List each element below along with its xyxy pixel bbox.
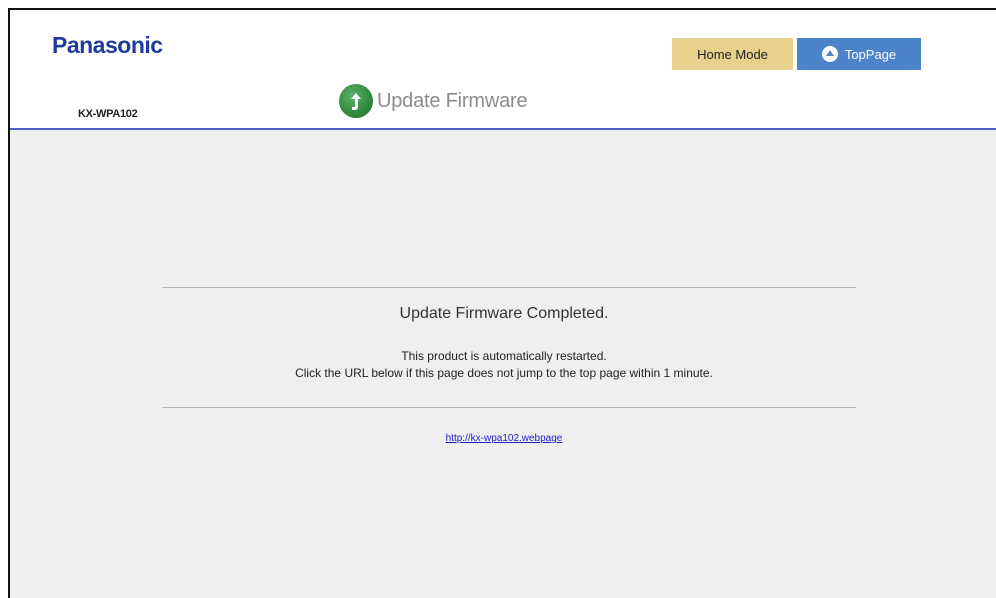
home-mode-label: Home Mode [697,46,768,62]
divider [162,287,856,288]
app-frame: Panasonic KX-WPA102 Update Firmware Home… [8,8,996,598]
model-name: KX-WPA102 [78,108,138,120]
page-title-text: Update Firmware [377,89,528,112]
update-arrow-glyph [351,93,361,110]
up-arrow-glyph [825,50,834,56]
page-title: Update Firmware [339,83,528,119]
divider [162,407,856,408]
brand-logo: Panasonic [52,32,163,58]
instruction-message-line: Click the URL below if this page does no… [295,366,713,380]
toppage-label: TopPage [844,46,897,62]
restart-message-line: This product is automatically restarted. [401,349,607,363]
top-page-link[interactable]: http://kx-wpa102.webpage [10,433,996,444]
update-arrow-icon [339,84,373,118]
page-header: Panasonic KX-WPA102 Update Firmware Home… [10,10,996,130]
completion-heading: Update Firmware Completed. [399,305,609,322]
up-arrow-circle-icon [821,46,838,62]
restart-message: This product is automatically restarted.… [10,348,996,382]
toppage-button[interactable]: TopPage [797,38,921,70]
home-mode-button[interactable]: Home Mode [672,38,793,70]
